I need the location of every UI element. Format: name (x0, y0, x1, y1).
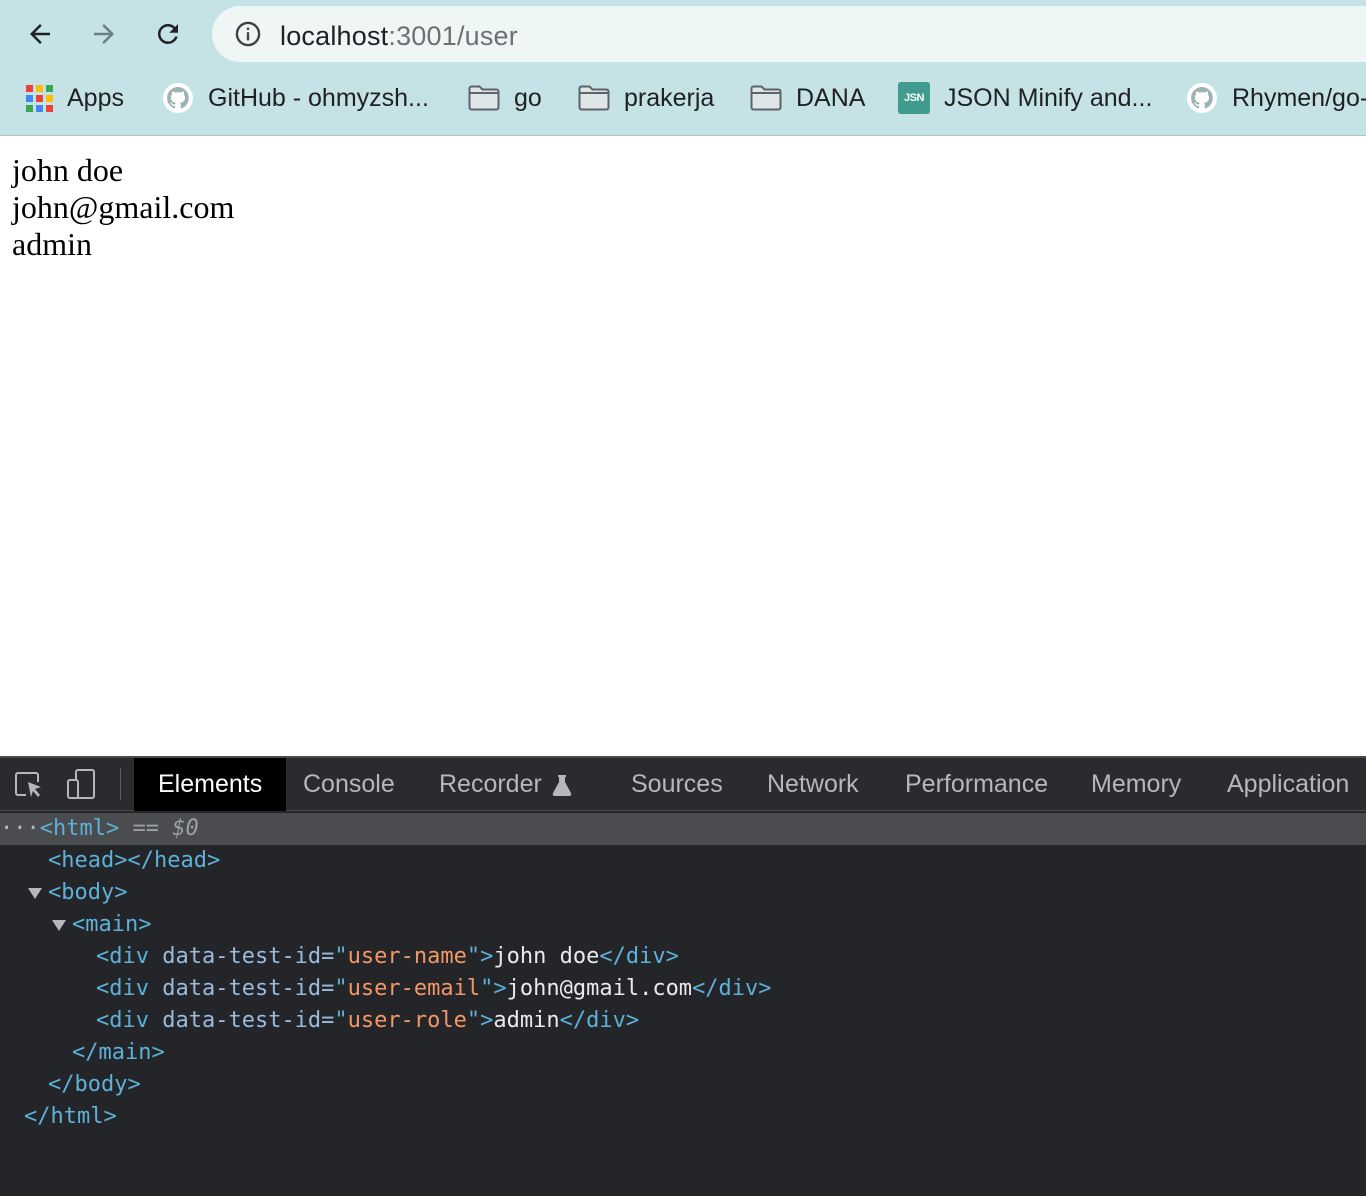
bookmarks-bar: Apps GitHub - ohmyzsh... go prakerja DAN… (0, 78, 1366, 118)
dom-node-html[interactable]: ···<html> == $0 (0, 813, 1366, 845)
tab-recorder[interactable]: Recorder (415, 758, 596, 811)
page-viewport: john doe john@gmail.com admin (0, 136, 1366, 756)
dom-node-div-user-name[interactable]: <div data-test-id="user-name">john doe</… (0, 941, 1366, 973)
dom-tag: <head></head> (48, 848, 221, 873)
bookmark-folder-dana[interactable]: DANA (750, 78, 865, 118)
tab-console[interactable]: Console (279, 758, 419, 811)
bookmark-folder-go[interactable]: go (468, 78, 542, 118)
tab-elements[interactable]: Elements (134, 758, 287, 811)
tab-recorder-label: Recorder (439, 770, 542, 798)
node-text: john doe (493, 944, 600, 969)
bookmark-apps[interactable]: Apps (26, 78, 124, 118)
address-bar[interactable]: localhost:3001/user (212, 6, 1366, 62)
url-path: :3001/user (388, 21, 518, 51)
folder-icon (750, 85, 782, 111)
browser-toolbar: localhost:3001/user Apps GitHub - ohmyzs… (0, 0, 1366, 136)
github-icon (163, 83, 193, 113)
user-name: john doe (12, 152, 124, 188)
bookmark-json-minify[interactable]: JSN JSON Minify and... (898, 78, 1152, 118)
dom-node-main[interactable]: <main> (0, 909, 1366, 941)
reload-icon (157, 23, 178, 44)
tab-memory[interactable]: Memory (1067, 758, 1205, 811)
user-role: admin (12, 226, 92, 262)
dom-tag: <html> (39, 816, 120, 841)
bookmark-label: DANA (796, 83, 866, 112)
bookmark-label: Rhymen/go- (1232, 83, 1366, 112)
dom-node-div-user-email[interactable]: <div data-test-id="user-email">john@gmai… (0, 973, 1366, 1005)
bookmark-label: Apps (67, 83, 124, 112)
expand-triangle-icon[interactable] (52, 919, 66, 931)
dom-tree: ···<html> == $0 <head></head> <body> <ma… (0, 813, 1366, 1133)
github-icon (1187, 83, 1217, 113)
dom-tag: <div (96, 976, 149, 1001)
node-text: john@gmail.com (506, 976, 693, 1001)
dom-node-html-close[interactable]: </html> (0, 1101, 1366, 1133)
dom-node-main-close[interactable]: </main> (0, 1037, 1366, 1069)
user-email: john@gmail.com (12, 189, 235, 225)
dom-node-div-user-role[interactable]: <div data-test-id="user-role">admin</div… (0, 1005, 1366, 1037)
arrow-left-icon (30, 24, 50, 44)
devtools-tabbar: Elements Console Recorder Sources Networ… (0, 756, 1366, 811)
devtools-panel: Elements Console Recorder Sources Networ… (0, 756, 1366, 1196)
bookmark-label: go (514, 83, 542, 112)
url-host: localhost (280, 21, 389, 51)
bookmark-github-ohmyzsh[interactable]: GitHub - ohmyzsh... (162, 78, 429, 118)
bookmark-folder-prakerja[interactable]: prakerja (578, 78, 714, 118)
tab-network[interactable]: Network (743, 758, 883, 811)
forward-button[interactable] (84, 14, 124, 54)
bookmark-github-rhymen[interactable]: Rhymen/go- (1186, 78, 1366, 118)
bookmark-label: prakerja (624, 83, 715, 112)
dom-tag: </main> (72, 1040, 165, 1065)
ellipsis-icon[interactable]: ··· (0, 816, 40, 841)
apps-grid-icon (26, 84, 53, 112)
device-toolbar-icon[interactable] (64, 768, 98, 802)
expand-triangle-icon[interactable] (28, 887, 42, 899)
node-text: admin (493, 1008, 560, 1033)
attr-value: user-name (347, 944, 467, 969)
attr-value: user-role (347, 1008, 467, 1033)
folder-icon (578, 85, 610, 111)
flask-icon (552, 774, 572, 796)
user-main: john doe john@gmail.com admin (12, 152, 234, 263)
dom-tag: </body> (48, 1072, 141, 1097)
dom-node-head[interactable]: <head></head> (0, 845, 1366, 877)
toolbar-divider (120, 768, 121, 800)
dom-tag: </html> (24, 1104, 117, 1129)
dom-tag: <div (96, 1008, 149, 1033)
dom-tag: <main> (72, 912, 152, 937)
tab-sources[interactable]: Sources (607, 758, 747, 811)
attr-name: data-test-id= (162, 976, 335, 1001)
url-text[interactable]: localhost:3001/user (280, 21, 518, 52)
dom-tag: <div (96, 944, 149, 969)
dom-tag: </div> (559, 1008, 640, 1033)
dom-tag: </div> (599, 944, 679, 969)
reload-button[interactable] (148, 14, 188, 54)
bookmark-label: JSON Minify and... (944, 83, 1153, 112)
dom-tag: <body> (48, 880, 128, 905)
attr-name: data-test-id= (162, 1008, 335, 1033)
back-button[interactable] (20, 14, 60, 54)
bookmark-label: GitHub - ohmyzsh... (208, 83, 429, 112)
jsn-icon: JSN (898, 82, 930, 114)
dom-tag: </div> (692, 976, 772, 1001)
tab-performance[interactable]: Performance (881, 758, 1072, 811)
folder-icon (468, 85, 500, 111)
tab-application[interactable]: Application (1203, 758, 1366, 811)
attr-value: user-email (347, 976, 481, 1001)
selected-marker: == $0 (132, 816, 199, 841)
dom-node-body-close[interactable]: </body> (0, 1069, 1366, 1101)
arrow-right-icon (94, 24, 114, 44)
info-icon[interactable] (234, 20, 262, 48)
dom-node-body[interactable]: <body> (0, 877, 1366, 909)
inspect-element-icon[interactable] (12, 768, 46, 802)
attr-name: data-test-id= (162, 944, 335, 969)
